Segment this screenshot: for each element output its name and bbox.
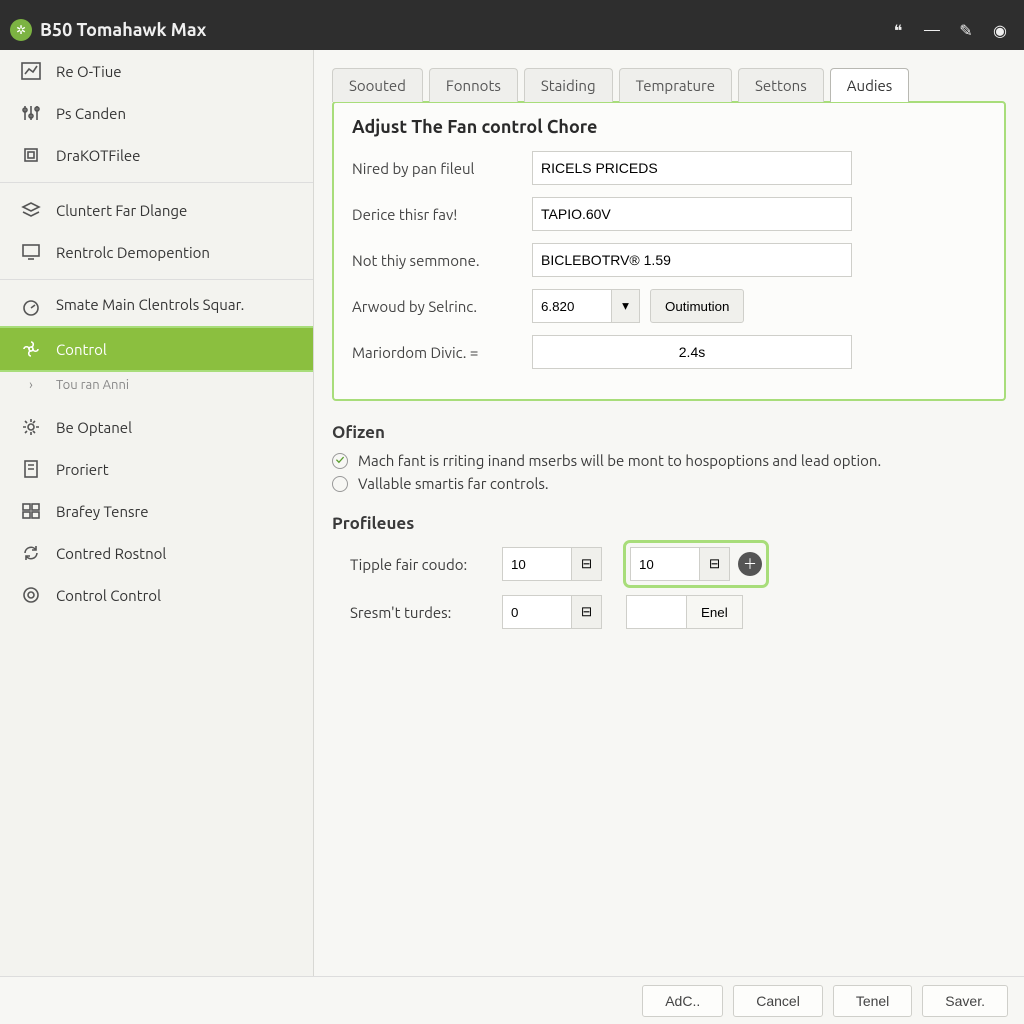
tenel-button[interactable]: Tenel bbox=[833, 985, 912, 1017]
refresh-icon bbox=[18, 542, 44, 564]
tab-audies[interactable]: Audies bbox=[830, 68, 910, 102]
sidebar-item-label: DraKOTFilee bbox=[56, 147, 140, 164]
ofizen-option2[interactable]: Vallable smartis far controls. bbox=[332, 475, 1006, 492]
sidebar-item-label: Control bbox=[56, 341, 107, 358]
profile-row1-highlight-group: ⊟ ＋ bbox=[626, 543, 766, 585]
tab-soouted[interactable]: Soouted bbox=[332, 68, 423, 102]
chart-icon bbox=[18, 60, 44, 82]
tab-fonnots[interactable]: Fonnots bbox=[429, 68, 518, 102]
profiles-title: Profileues bbox=[332, 514, 1006, 533]
notification-icon[interactable]: ❝ bbox=[884, 16, 912, 44]
sidebar-item-label: Ps Canden bbox=[56, 105, 126, 122]
help-icon[interactable]: ◉ bbox=[986, 16, 1014, 44]
fan-icon bbox=[18, 338, 44, 360]
field5-label: Mariordom Divic. = bbox=[352, 344, 532, 361]
sidebar-item-label: Brafey Tensre bbox=[56, 503, 148, 520]
chip-icon bbox=[18, 144, 44, 166]
sidebar-item-label: Contred Rostnol bbox=[56, 545, 166, 562]
sidebar-item-label: Smate Main Clentrols Squar. bbox=[56, 296, 244, 313]
layers-icon bbox=[18, 199, 44, 221]
tab-staiding[interactable]: Staiding bbox=[524, 68, 613, 102]
sidebar-item-beoptanel[interactable]: Be Optanel bbox=[0, 406, 313, 448]
profile-row1-label: Tipple fair coudo: bbox=[332, 556, 502, 573]
field5-input[interactable] bbox=[532, 335, 852, 369]
field3-label: Not thiy semmone. bbox=[352, 252, 532, 269]
grid-icon bbox=[18, 500, 44, 522]
document-icon bbox=[18, 458, 44, 480]
main-content: Soouted Fonnots Staiding Temprature Sett… bbox=[314, 50, 1024, 976]
sidebar-item-brafey[interactable]: Brafey Tensre bbox=[0, 490, 313, 532]
app-logo-icon: ✲ bbox=[10, 19, 32, 41]
saver-button[interactable]: Saver. bbox=[922, 985, 1008, 1017]
profile-row2-input1[interactable] bbox=[502, 595, 572, 629]
sliders-icon bbox=[18, 102, 44, 124]
gauge-icon bbox=[18, 296, 44, 318]
ofizen-option1-label: Mach fant is rriting inand mserbs will b… bbox=[358, 452, 881, 469]
sidebar-item-label: Control Control bbox=[56, 587, 161, 604]
profile-row1-stepper2[interactable]: ⊟ bbox=[700, 547, 730, 581]
field2-input[interactable] bbox=[532, 197, 852, 231]
ofizen-option2-label: Vallable smartis far controls. bbox=[358, 475, 549, 492]
tab-bar: Soouted Fonnots Staiding Temprature Sett… bbox=[332, 68, 1006, 102]
radio-checked-icon bbox=[332, 453, 348, 469]
tab-temprature[interactable]: Temprature bbox=[619, 68, 732, 102]
sidebar-item-touran[interactable]: › Tou ran Anni bbox=[0, 370, 313, 406]
arrow-icon: › bbox=[18, 374, 44, 396]
window-title: B50 Tomahawk Max bbox=[40, 20, 206, 40]
field2-label: Derice thisr fav! bbox=[352, 206, 532, 223]
sidebar-item-drakotfilee[interactable]: DraKOTFilee bbox=[0, 134, 313, 176]
sidebar-item-control[interactable]: Control bbox=[0, 328, 314, 370]
ofizen-option1[interactable]: Mach fant is rriting inand mserbs will b… bbox=[332, 452, 1006, 469]
field4-dropdown-button[interactable]: ▾ bbox=[612, 289, 640, 323]
profile-row2-stepper1[interactable]: ⊟ bbox=[572, 595, 602, 629]
add-profile-button[interactable]: ＋ bbox=[738, 552, 762, 576]
panel-title: Adjust The Fan control Chore bbox=[352, 117, 986, 137]
profile-row2-label: Sresm't turdes: bbox=[332, 604, 502, 621]
sidebar: Re O-Tiue Ps Canden DraKOTFilee Cluntert… bbox=[0, 50, 314, 976]
sidebar-item-label: Re O-Tiue bbox=[56, 63, 122, 80]
field4-label: Arwoud by Selrinc. bbox=[352, 298, 532, 315]
sidebar-item-smate[interactable]: Smate Main Clentrols Squar. bbox=[0, 286, 313, 328]
adjust-panel: Adjust The Fan control Chore Nired by pa… bbox=[332, 101, 1006, 401]
sidebar-item-controlcontrol[interactable]: Control Control bbox=[0, 574, 313, 616]
adc-button[interactable]: AdC.. bbox=[642, 985, 723, 1017]
target-icon bbox=[18, 584, 44, 606]
minimize-icon[interactable]: — bbox=[918, 16, 946, 44]
profile-row2-aux-input[interactable] bbox=[626, 595, 686, 629]
sidebar-item-contred[interactable]: Contred Rostnol bbox=[0, 532, 313, 574]
tab-settons[interactable]: Settons bbox=[738, 68, 824, 102]
sidebar-item-proriert[interactable]: Proriert bbox=[0, 448, 313, 490]
cancel-button[interactable]: Cancel bbox=[733, 985, 823, 1017]
radio-unchecked-icon bbox=[332, 476, 348, 492]
sidebar-item-label: Cluntert Far Dlange bbox=[56, 202, 187, 219]
sidebar-item-label: Tou ran Anni bbox=[56, 378, 129, 392]
sidebar-item-rentrolc[interactable]: Rentrolc Demopention bbox=[0, 231, 313, 273]
monitor-icon bbox=[18, 241, 44, 263]
enel-button[interactable]: Enel bbox=[686, 595, 743, 629]
edit-icon[interactable]: ✎ bbox=[952, 16, 980, 44]
profile-row1-input1[interactable] bbox=[502, 547, 572, 581]
field4-input[interactable] bbox=[532, 289, 612, 323]
field1-label: Nired by pan fileul bbox=[352, 160, 532, 177]
titlebar-strip bbox=[0, 0, 1024, 10]
profile-row1-input2[interactable] bbox=[630, 547, 700, 581]
profile-row1-stepper1[interactable]: ⊟ bbox=[572, 547, 602, 581]
sidebar-item-reotiue[interactable]: Re O-Tiue bbox=[0, 50, 313, 92]
outimution-button[interactable]: Outimution bbox=[650, 289, 744, 323]
gear-icon bbox=[18, 416, 44, 438]
footer-bar: AdC.. Cancel Tenel Saver. bbox=[0, 976, 1024, 1024]
field1-input[interactable] bbox=[532, 151, 852, 185]
sidebar-item-label: Be Optanel bbox=[56, 419, 132, 436]
sidebar-item-label: Proriert bbox=[56, 461, 109, 478]
sidebar-item-cluntert[interactable]: Cluntert Far Dlange bbox=[0, 189, 313, 231]
sidebar-item-pscanden[interactable]: Ps Canden bbox=[0, 92, 313, 134]
window-header: ✲ B50 Tomahawk Max ❝ — ✎ ◉ bbox=[0, 10, 1024, 50]
ofizen-title: Ofizen bbox=[332, 423, 1006, 442]
sidebar-item-label: Rentrolc Demopention bbox=[56, 244, 210, 261]
field3-input[interactable] bbox=[532, 243, 852, 277]
